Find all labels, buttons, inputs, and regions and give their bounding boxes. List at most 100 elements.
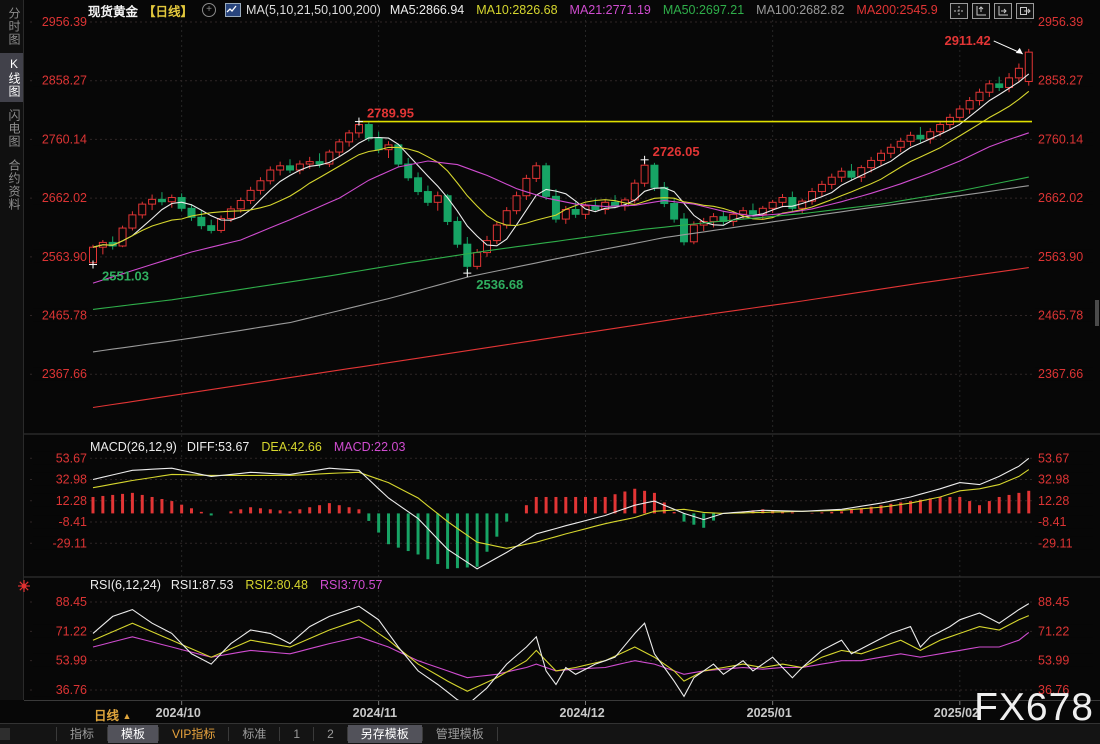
timeframe-label: 日线 bbox=[94, 709, 119, 723]
chart-tools bbox=[950, 3, 1034, 19]
export-icon[interactable] bbox=[1016, 3, 1034, 19]
axis-tick-label: 12.28 bbox=[56, 494, 87, 508]
alert-star-icon[interactable] bbox=[17, 579, 31, 598]
candlestick bbox=[247, 190, 254, 200]
sidebar-item-2[interactable]: 闪电图 bbox=[0, 105, 23, 152]
candlestick bbox=[316, 162, 323, 164]
sidebar-item-3[interactable]: 合约资料 bbox=[0, 155, 23, 215]
ma-value-1: MA10:2826.68 bbox=[476, 3, 557, 17]
candlestick bbox=[375, 138, 382, 149]
toolbar-tab-4[interactable]: 1 bbox=[280, 725, 313, 743]
rsi-value-0: RSI1:87.53 bbox=[171, 578, 234, 592]
sidebar-item-1[interactable]: K线图 bbox=[0, 53, 23, 102]
sidebar-item-0[interactable]: 分时图 bbox=[0, 3, 23, 50]
axis-tick-label: 32.98 bbox=[56, 473, 87, 487]
axis-tick-label: -8.41 bbox=[1038, 515, 1067, 529]
crosshair-icon[interactable] bbox=[950, 3, 968, 19]
x-axis-month-label-0: 2024/10 bbox=[156, 706, 226, 720]
macd-value-1: DEA:42.66 bbox=[261, 440, 321, 454]
axis-tick-label: 53.67 bbox=[1038, 451, 1069, 465]
candlestick bbox=[543, 166, 550, 197]
candlestick bbox=[641, 165, 648, 183]
toolbar-notch[interactable] bbox=[0, 728, 10, 740]
candlestick bbox=[878, 153, 885, 160]
candlestick bbox=[208, 226, 215, 231]
candlestick bbox=[710, 217, 717, 222]
ma-value-2: MA21:2771.19 bbox=[570, 3, 651, 17]
symbol-name: 现货黄金 bbox=[88, 1, 138, 20]
axis-tick-label: 2465.78 bbox=[42, 309, 87, 323]
toolbar-separator bbox=[497, 727, 498, 741]
candlestick bbox=[681, 219, 688, 242]
candlestick bbox=[651, 165, 658, 187]
indicator-line bbox=[93, 177, 1029, 309]
ma-value-0: MA5:2866.94 bbox=[390, 3, 464, 17]
candlestick bbox=[976, 92, 983, 100]
candlestick bbox=[405, 164, 412, 178]
candlestick bbox=[306, 162, 313, 164]
ma-params-label: MA(5,10,21,50,100,200) bbox=[246, 3, 381, 17]
candlestick bbox=[533, 166, 540, 179]
price-chart-canvas[interactable]: 2551.032789.952536.682726.052911.422956.… bbox=[0, 0, 1100, 744]
macd-pane bbox=[93, 458, 1029, 569]
line-chart-icon[interactable] bbox=[225, 3, 241, 17]
candlestick bbox=[119, 228, 126, 246]
expand-plus-icon[interactable]: + bbox=[202, 3, 216, 17]
ma-line-MA10 bbox=[93, 91, 1029, 247]
axis-tick-label: 36.76 bbox=[56, 683, 87, 697]
candlestick bbox=[986, 84, 993, 92]
toolbar-tab-7[interactable]: 管理模板 bbox=[423, 725, 497, 743]
axis-tick-label: 53.99 bbox=[56, 654, 87, 668]
toolbar-tab-3[interactable]: 标准 bbox=[229, 725, 279, 743]
candlestick bbox=[257, 181, 264, 191]
axis-tick-label: 2760.14 bbox=[1038, 132, 1083, 146]
macd-info-row: MACD(26,12,9) DIFF:53.67DEA:42.66MACD:22… bbox=[90, 440, 405, 454]
x-axis-scale-icon[interactable] bbox=[994, 3, 1012, 19]
ma-line-MA5 bbox=[93, 74, 1029, 247]
candlestick bbox=[474, 253, 481, 267]
candlestick bbox=[336, 142, 343, 152]
candlestick bbox=[287, 166, 294, 170]
candlestick bbox=[937, 125, 944, 132]
period-label: 【日线】 bbox=[143, 1, 193, 20]
candlestick bbox=[139, 204, 146, 215]
ma-value-4: MA100:2682.82 bbox=[756, 3, 844, 17]
candlestick bbox=[828, 177, 835, 184]
ma-values: MA5:2866.94MA10:2826.68MA21:2771.19MA50:… bbox=[390, 3, 938, 17]
candlestick bbox=[227, 209, 234, 219]
axis-tick-label: 2367.66 bbox=[42, 367, 87, 381]
indicator-line bbox=[93, 632, 1029, 677]
bottom-toolbar: 指标模板VIP指标标准12另存模板管理模板 bbox=[0, 723, 1100, 744]
scrollbar-thumb[interactable] bbox=[1095, 300, 1099, 326]
axis-tick-label: 53.67 bbox=[56, 451, 87, 465]
toolbar-tab-0[interactable]: 指标 bbox=[57, 725, 107, 743]
axis-tick-label: 2956.39 bbox=[1038, 15, 1083, 29]
axis-tick-label: -29.11 bbox=[52, 536, 87, 550]
toolbar-tab-2[interactable]: VIP指标 bbox=[159, 725, 228, 743]
x-axis-month-label-2: 2024/12 bbox=[560, 706, 630, 720]
candlestick bbox=[198, 217, 205, 225]
candlestick bbox=[149, 199, 156, 204]
rsi-value-2: RSI3:70.57 bbox=[320, 578, 383, 592]
candlestick bbox=[966, 101, 973, 109]
candlestick bbox=[355, 125, 362, 133]
toolbar-tab-5[interactable]: 2 bbox=[314, 725, 347, 743]
candlestick bbox=[1006, 78, 1013, 88]
chart-app: 2551.032789.952536.682726.052911.422956.… bbox=[0, 0, 1100, 744]
price-annotation: 2911.42 bbox=[944, 33, 990, 48]
price-annotation: 2726.05 bbox=[653, 144, 700, 159]
candlestick bbox=[956, 109, 963, 117]
toolbar-tab-1[interactable]: 模板 bbox=[108, 725, 158, 743]
axis-tick-label: 88.45 bbox=[1038, 595, 1069, 609]
axis-tick-label: 71.22 bbox=[1038, 624, 1069, 638]
y-axis-scale-icon[interactable] bbox=[972, 3, 990, 19]
candlestick bbox=[346, 133, 353, 142]
axis-tick-label: 2858.27 bbox=[42, 74, 87, 88]
timeframe-selector[interactable]: 日线 ▲ bbox=[94, 705, 131, 724]
candlestick bbox=[158, 199, 165, 201]
indicator-line bbox=[93, 268, 1029, 408]
toolbar-tab-6[interactable]: 另存模板 bbox=[348, 725, 422, 743]
candlestick bbox=[365, 125, 372, 139]
rsi-info-row: RSI(6,12,24) RSI1:87.53RSI2:80.48RSI3:70… bbox=[90, 578, 383, 592]
axis-tick-label: 2367.66 bbox=[1038, 367, 1083, 381]
